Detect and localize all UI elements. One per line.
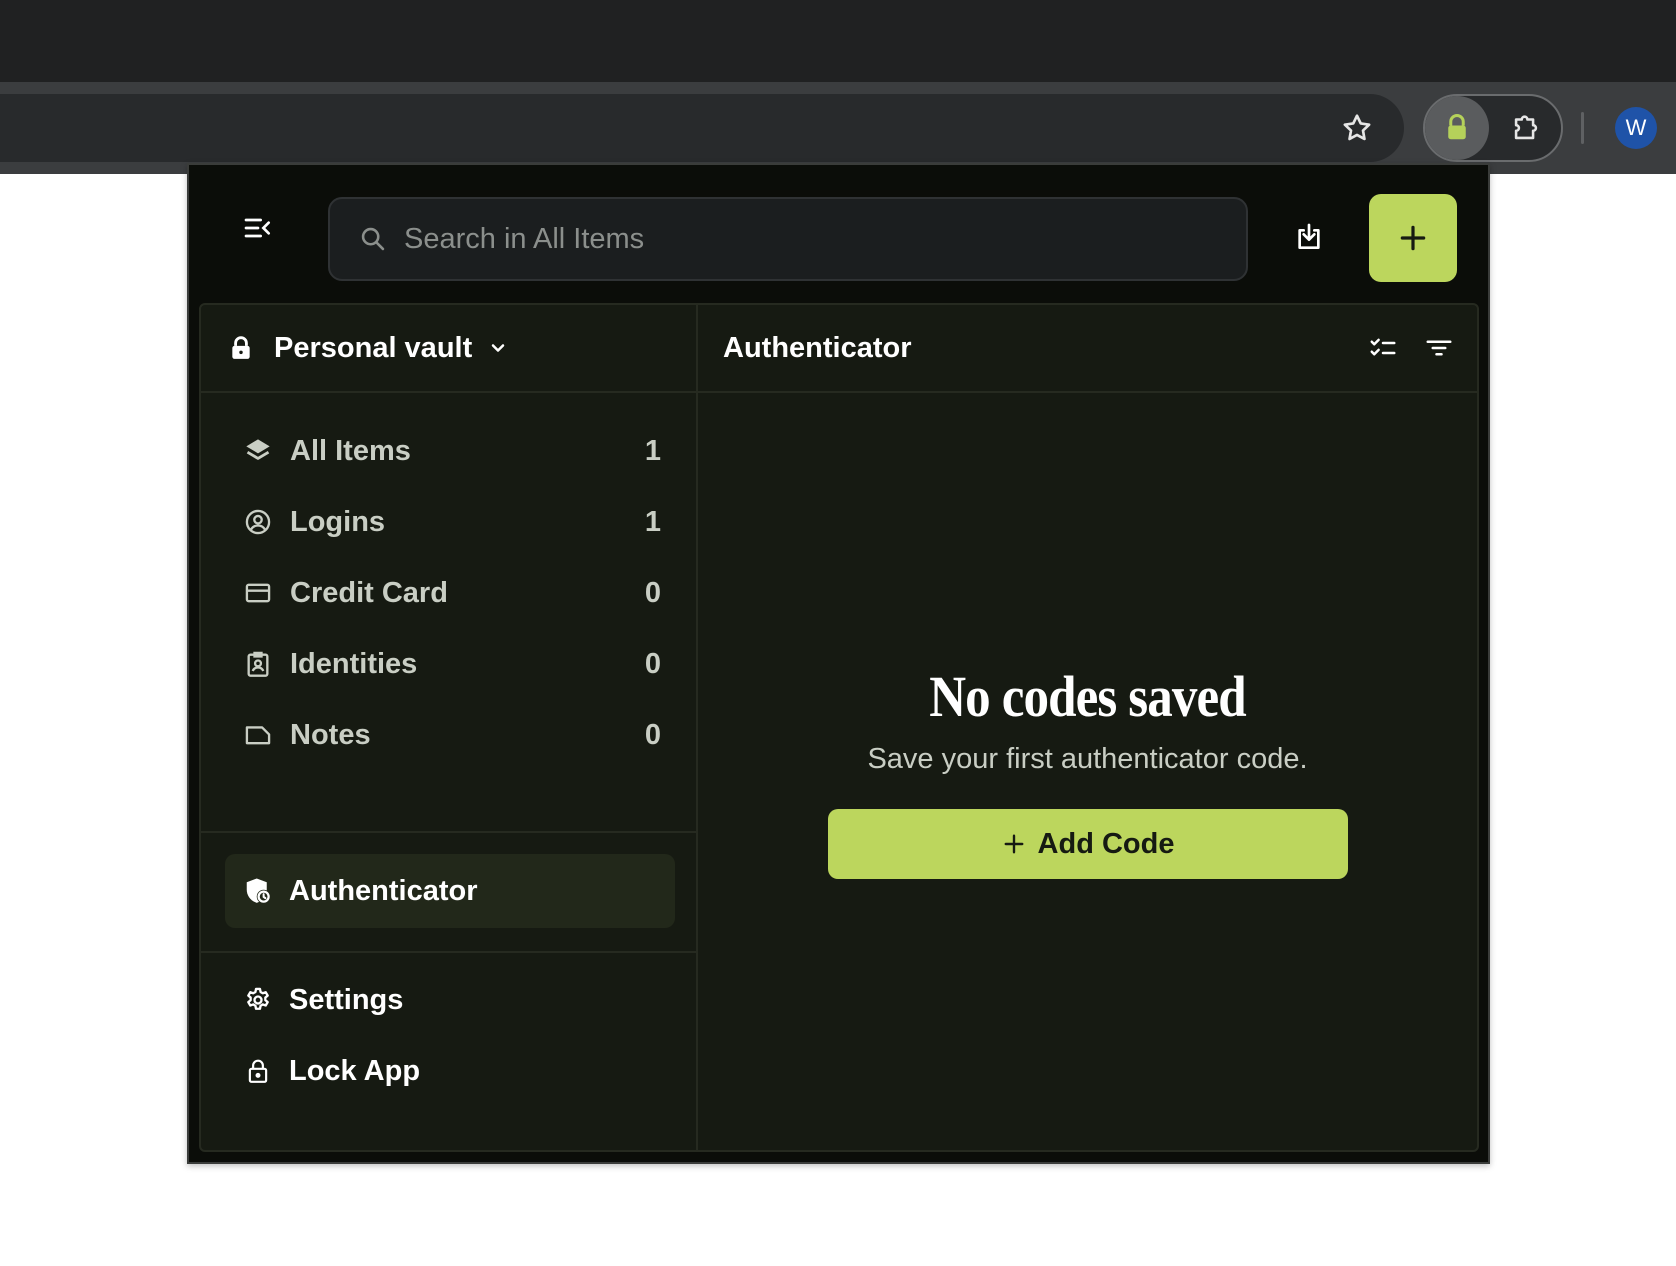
settings-label: Settings xyxy=(289,983,404,1016)
category-item-logins[interactable]: Logins 1 xyxy=(223,491,675,553)
id-badge-icon xyxy=(243,649,273,679)
content-panel: Personal vault All Items 1 Logins 1 Cred… xyxy=(199,303,1479,1152)
category-label: Identities xyxy=(290,647,418,680)
vault-name: Personal vault xyxy=(274,331,473,364)
lock-app-label: Lock App xyxy=(289,1054,421,1087)
category-label: Logins xyxy=(290,505,386,538)
note-icon xyxy=(243,720,273,750)
sidebar-item-label: Authenticator xyxy=(289,874,478,907)
category-label: All Items xyxy=(290,434,411,467)
profile-avatar[interactable]: W xyxy=(1615,107,1657,149)
category-item-credit-card[interactable]: Credit Card 0 xyxy=(223,562,675,624)
category-count: 1 xyxy=(644,505,661,538)
empty-state-title: No codes saved xyxy=(929,664,1246,729)
settings-item[interactable]: Settings xyxy=(225,969,675,1031)
chevron-down-icon xyxy=(486,336,510,360)
toolbar-separator xyxy=(1581,112,1584,144)
sidebar: Personal vault All Items 1 Logins 1 Cred… xyxy=(201,305,698,1150)
scroll-fade xyxy=(201,791,696,831)
user-circle-icon xyxy=(243,507,273,537)
profile-initial: W xyxy=(1625,115,1647,140)
extensions-puzzle-icon[interactable] xyxy=(1506,108,1546,148)
filter-icon[interactable] xyxy=(1419,328,1459,368)
vault-lock-icon xyxy=(226,333,256,363)
lock-icon xyxy=(243,1056,273,1086)
category-label: Credit Card xyxy=(290,576,448,609)
password-manager-extension-icon[interactable] xyxy=(1425,96,1489,160)
bulk-select-icon[interactable] xyxy=(1363,328,1403,368)
plus-icon xyxy=(1002,832,1026,856)
browser-toolbar-edge xyxy=(0,82,1676,94)
category-list: All Items 1 Logins 1 Credit Card 0 Ident… xyxy=(201,393,696,833)
lock-app-item[interactable]: Lock App xyxy=(225,1040,675,1102)
import-icon[interactable] xyxy=(1289,217,1329,257)
layers-icon xyxy=(243,436,273,466)
browser-tabstrip xyxy=(0,0,1676,82)
page-title: Authenticator xyxy=(723,331,912,364)
divider xyxy=(201,951,696,953)
category-count: 1 xyxy=(644,434,661,467)
category-item-all-items[interactable]: All Items 1 xyxy=(223,420,675,482)
empty-state-subtitle: Save your first authenticator code. xyxy=(867,743,1308,775)
category-item-notes[interactable]: Notes 0 xyxy=(223,704,675,766)
category-count: 0 xyxy=(644,576,661,609)
search-icon xyxy=(358,224,388,254)
gear-icon xyxy=(243,985,273,1015)
bookmark-star-icon[interactable] xyxy=(1337,108,1377,148)
vault-selector[interactable]: Personal vault xyxy=(201,305,696,393)
category-label: Notes xyxy=(290,718,371,751)
address-bar[interactable] xyxy=(0,94,1404,162)
add-item-button[interactable] xyxy=(1369,194,1457,282)
add-code-button[interactable]: Add Code xyxy=(828,809,1348,879)
search-field[interactable] xyxy=(328,197,1248,281)
category-count: 0 xyxy=(644,718,661,751)
credit-card-icon xyxy=(243,578,273,608)
sidebar-item-authenticator[interactable]: Authenticator xyxy=(225,854,675,928)
category-item-identities[interactable]: Identities 0 xyxy=(223,633,675,695)
extension-popup: Personal vault All Items 1 Lo xyxy=(187,163,1490,1164)
add-code-label: Add Code xyxy=(1037,827,1175,860)
shield-clock-icon xyxy=(243,876,273,906)
main-content: Authenticator No codes saved Save your f… xyxy=(698,305,1477,1150)
main-header: Authenticator xyxy=(698,305,1477,393)
search-input[interactable] xyxy=(404,209,1246,269)
category-count: 0 xyxy=(644,647,661,680)
collapse-menu-icon[interactable] xyxy=(238,208,278,248)
plus-icon xyxy=(1400,225,1426,251)
